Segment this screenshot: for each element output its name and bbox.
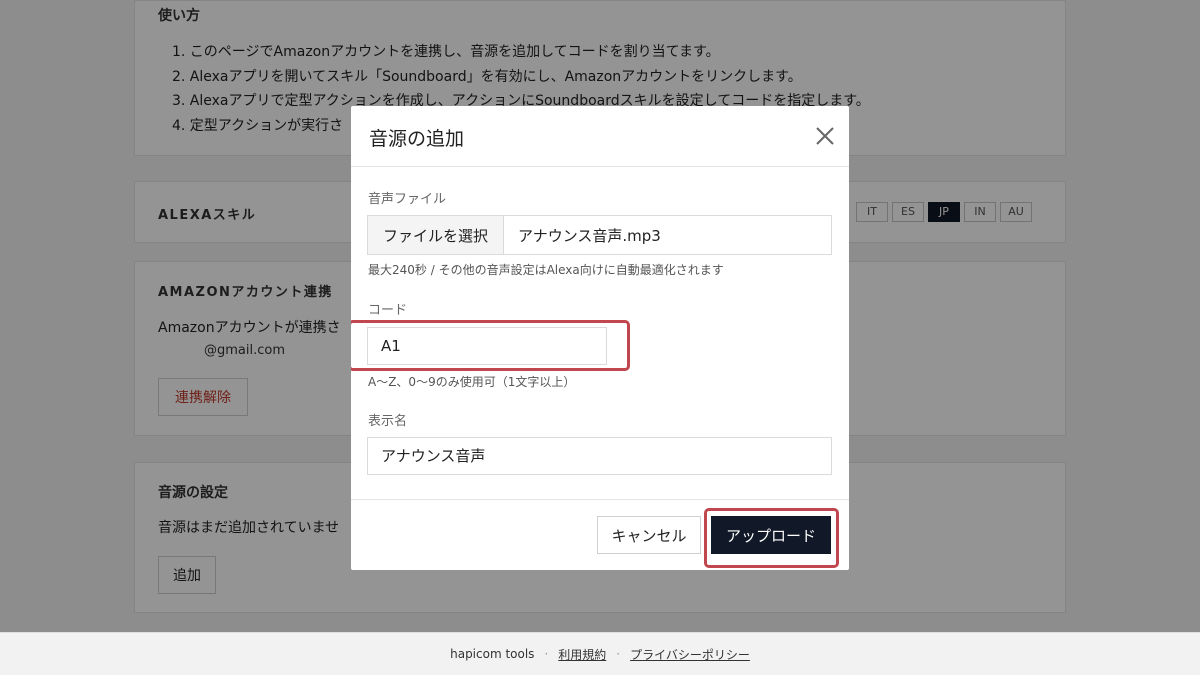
footer-separator: · — [544, 647, 549, 661]
display-name-input[interactable]: アナウンス音声 — [367, 437, 832, 475]
code-help: A〜Z、0〜9のみ使用可（1文字以上） — [368, 375, 576, 389]
add-sound-modal: 音源の追加 音声ファイル ファイルを選択 アナウンス音声.mp3 最大240秒 … — [351, 106, 849, 570]
display-name-label: 表示名 — [368, 414, 408, 429]
close-icon[interactable] — [813, 124, 837, 148]
audio-file-input[interactable]: ファイルを選択 アナウンス音声.mp3 — [367, 215, 832, 255]
modal-title: 音源の追加 — [369, 128, 465, 150]
cancel-button[interactable]: キャンセル — [597, 516, 701, 554]
footer-separator: · — [616, 647, 621, 661]
privacy-link[interactable]: プライバシーポリシー — [630, 646, 750, 663]
footer: hapicom tools · 利用規約 · プライバシーポリシー — [0, 632, 1200, 675]
footer-brand: hapicom tools — [450, 647, 535, 661]
selected-file-name: アナウンス音声.mp3 — [518, 226, 661, 245]
code-highlight-box — [351, 320, 630, 371]
code-label: コード — [368, 303, 408, 318]
upload-highlight-box — [704, 508, 839, 568]
audio-file-label: 音声ファイル — [368, 192, 447, 207]
audio-file-help: 最大240秒 / その他の音声設定はAlexa向けに自動最適化されます — [368, 263, 724, 277]
terms-link[interactable]: 利用規約 — [558, 646, 606, 663]
modal-footer: キャンセル アップロード — [351, 499, 849, 570]
choose-file-button[interactable]: ファイルを選択 — [368, 216, 504, 254]
modal-header: 音源の追加 — [351, 106, 849, 167]
